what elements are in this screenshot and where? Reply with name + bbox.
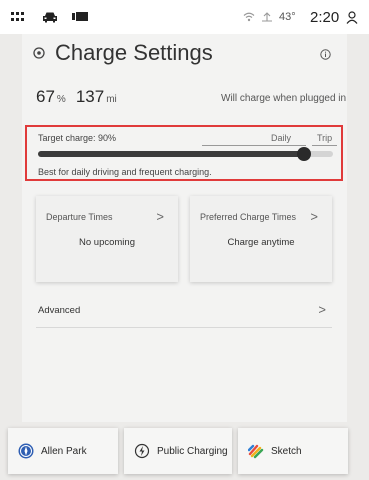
dock-allen-park-button[interactable]: Allen Park — [8, 428, 118, 474]
battery-percent-value: 67 — [36, 87, 55, 106]
car-icon[interactable] — [40, 0, 60, 34]
apps-grid-icon[interactable] — [10, 0, 26, 34]
departure-times-value: No upcoming — [79, 237, 135, 248]
charge-settings-icon — [33, 46, 45, 59]
temperature-readout: 43° — [279, 11, 296, 23]
slider-thumb[interactable] — [297, 147, 311, 161]
page-title: Charge Settings — [55, 40, 213, 65]
trip-range-marker — [312, 145, 337, 146]
user-icon[interactable] — [345, 0, 359, 34]
dock-public-charging-button[interactable]: Public Charging — [124, 428, 232, 474]
divider — [36, 327, 332, 328]
target-charge-card: Target charge: 90% Daily Trip Best for d… — [25, 125, 343, 181]
daily-range-marker — [202, 145, 306, 146]
status-bar: 43° 2:20 — [0, 0, 369, 34]
preferred-charge-times-tile[interactable]: Preferred Charge Times > Charge anytime — [190, 196, 332, 282]
preferred-charge-times-label: Preferred Charge Times — [200, 212, 297, 222]
clock-time: 2:20 — [310, 8, 340, 26]
advanced-label: Advanced — [38, 305, 81, 316]
daily-label[interactable]: Daily — [271, 133, 291, 143]
target-charge-slider[interactable] — [38, 147, 333, 161]
range-unit: mi — [106, 94, 117, 105]
target-charge-description: Best for daily driving and frequent char… — [38, 167, 212, 177]
battery-percent-unit: % — [56, 94, 66, 105]
dock-sketch-label: Sketch — [271, 445, 302, 457]
advanced-row[interactable]: Advanced > — [36, 296, 332, 328]
signal-icon — [260, 0, 274, 34]
departure-times-tile[interactable]: Departure Times > No upcoming — [36, 196, 178, 282]
chevron-right-icon: > — [156, 209, 164, 224]
info-icon[interactable] — [320, 47, 331, 60]
page-header: Charge Settings — [22, 34, 347, 74]
compass-icon — [18, 443, 34, 459]
charging-bolt-icon — [134, 443, 150, 459]
slider-fill — [38, 151, 304, 157]
chevron-right-icon: > — [318, 302, 326, 317]
media-icon[interactable] — [70, 0, 90, 34]
sketch-app-icon — [247, 443, 264, 459]
dock-public-charging-label: Public Charging — [157, 445, 228, 457]
dock-sketch-button[interactable]: Sketch — [238, 428, 348, 474]
range-value: 137 — [75, 87, 105, 106]
wifi-icon — [242, 0, 256, 34]
preferred-charge-times-value: Charge anytime — [227, 237, 295, 248]
battery-range-stats: 67% 137 mi — [36, 87, 127, 107]
charge-settings-panel: Charge Settings 67% 137 mi Will charge whe… — [22, 34, 347, 422]
plug-status-text: Will charge when plugged in — [221, 93, 347, 104]
departure-times-label: Departure Times — [46, 212, 113, 222]
trip-label[interactable]: Trip — [317, 133, 332, 143]
chevron-right-icon: > — [310, 209, 318, 224]
dock-allen-park-label: Allen Park — [41, 445, 87, 457]
target-charge-label: Target charge: 90% — [38, 133, 117, 143]
